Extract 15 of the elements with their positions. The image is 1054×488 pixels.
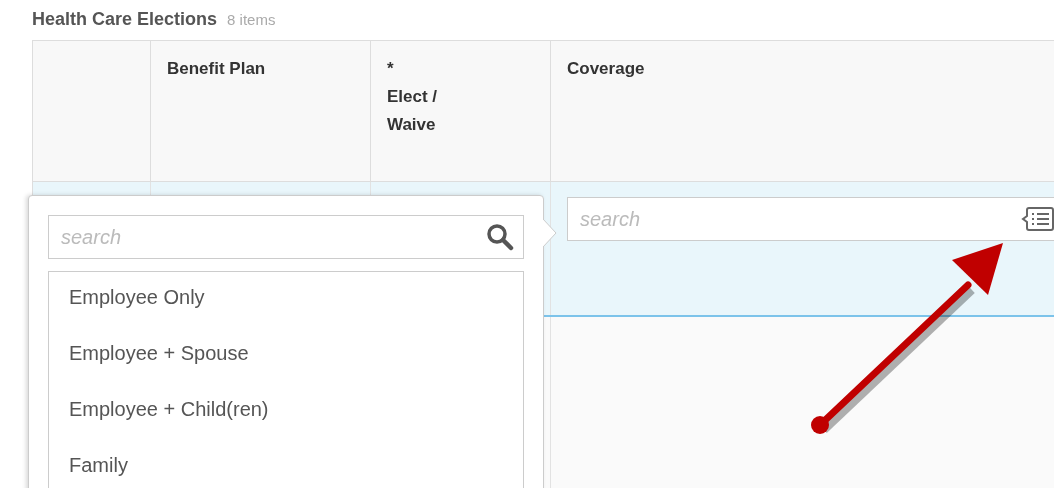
search-field[interactable]: search: [48, 215, 524, 259]
search-icon[interactable]: [485, 222, 515, 252]
column-header: Coverage: [551, 41, 1054, 181]
section-title: Health Care Elections: [32, 9, 218, 30]
column-header: * Elect / Waive: [371, 41, 551, 181]
search-input[interactable]: search: [578, 206, 1021, 232]
list-option[interactable]: Employee Only: [49, 286, 523, 342]
list-option[interactable]: Employee + Spouse: [49, 342, 523, 398]
list-option[interactable]: Employee + Child(ren): [49, 398, 523, 454]
column-header: Benefit Plan: [151, 41, 371, 181]
search-field[interactable]: search: [567, 197, 1054, 241]
list-option[interactable]: Family: [49, 454, 523, 488]
item-count: 8 items: [227, 11, 276, 28]
list-icon[interactable]: [1021, 205, 1054, 233]
search-input[interactable]: search: [59, 224, 485, 250]
